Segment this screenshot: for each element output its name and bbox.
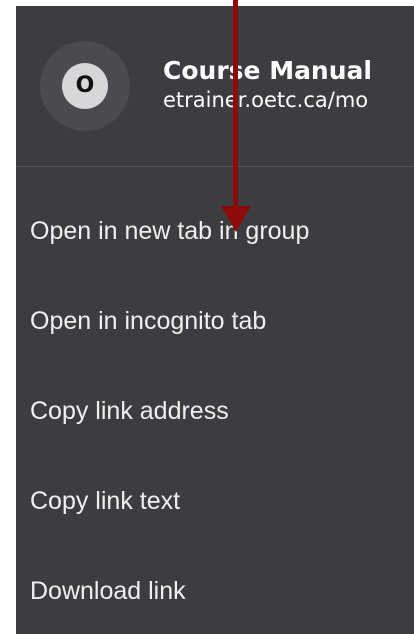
- menu-divider: [16, 166, 414, 167]
- red-down-arrow-icon: [221, 0, 251, 232]
- menu-item-copy-link-address[interactable]: Copy link address: [16, 366, 414, 456]
- site-avatar: O: [62, 63, 108, 109]
- context-menu: O Course Manual etrainer.oetc.ca/mo Open…: [16, 6, 414, 634]
- site-avatar-ring: O: [40, 41, 130, 131]
- menu-items: Open in new tab in group Open in incogni…: [16, 186, 414, 634]
- menu-item-download-link[interactable]: Download link: [16, 546, 414, 634]
- menu-item-copy-link-text[interactable]: Copy link text: [16, 456, 414, 546]
- arrow-shaft: [233, 0, 238, 206]
- link-preview-header: O Course Manual etrainer.oetc.ca/mo: [16, 6, 414, 166]
- link-url: etrainer.oetc.ca/mo: [163, 88, 369, 112]
- menu-item-open-new-tab-in-group[interactable]: Open in new tab in group: [16, 186, 414, 276]
- arrow-head: [221, 206, 251, 232]
- link-title: Course Manual: [163, 56, 372, 85]
- menu-item-open-incognito-tab[interactable]: Open in incognito tab: [16, 276, 414, 366]
